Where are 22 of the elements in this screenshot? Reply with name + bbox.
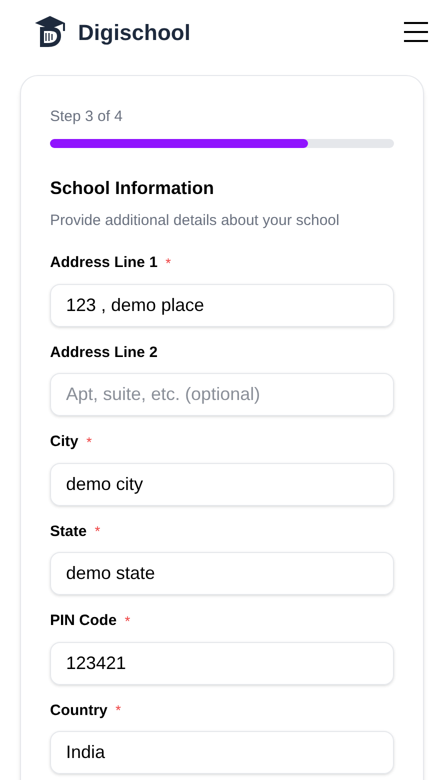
brand-name: Digischool [78,18,190,47]
section-title: School Information [50,176,215,200]
field-label: City [50,432,78,452]
input-field[interactable]: demo state [50,552,394,595]
field-label: Address Line 1 [50,253,158,273]
menu-icon[interactable] [404,21,428,43]
section-subtitle: Provide additional details about your school [50,210,340,230]
input-field[interactable]: 123421 [50,642,394,684]
required-mark: * [86,432,92,452]
field-label: PIN Code [50,611,117,631]
input-field[interactable]: demo city [50,462,394,506]
field-label: State [50,522,87,542]
required-mark: * [116,701,121,720]
step-label: Step 3 of 4 [50,107,124,127]
required-mark: * [124,612,130,631]
input-field[interactable]: Apt, suite, etc. (optional) [50,373,394,416]
required-mark: * [166,254,171,273]
field-label: Address Line 2 [50,342,158,362]
input-field[interactable]: India [50,731,394,774]
required-mark: * [94,522,100,542]
input-field[interactable]: 123 , demo place [50,284,394,326]
field-label: Country [50,700,108,720]
